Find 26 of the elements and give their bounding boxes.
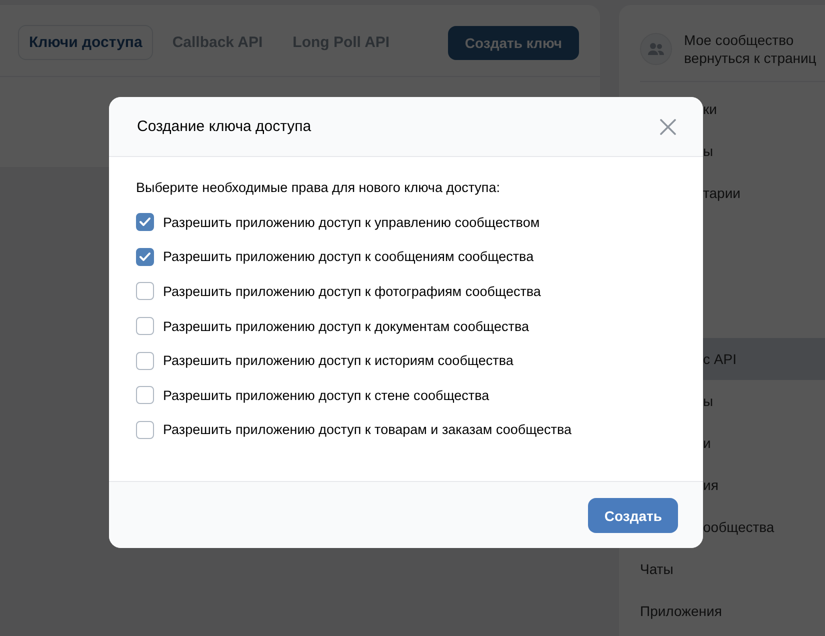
permission-label[interactable]: Разрешить приложению доступ к управлению сообществом <box>163 214 540 230</box>
checkbox[interactable] <box>136 352 154 370</box>
check-icon <box>139 217 151 228</box>
checkbox[interactable] <box>136 213 154 232</box>
permission-label[interactable]: Разрешить приложению доступ к стене сообщества <box>163 388 490 403</box>
community-name: Мое сообщество <box>684 31 795 49</box>
sidebar-item[interactable]: Приложения <box>619 590 825 632</box>
checkbox[interactable] <box>136 282 154 300</box>
checkbox[interactable] <box>136 248 154 266</box>
permission-label[interactable]: Разрешить приложению доступ к историям сообщества <box>163 353 514 368</box>
tab[interactable]: Ключи доступа <box>18 25 154 60</box>
sidebar-item[interactable]: Чаты <box>619 548 825 590</box>
permission-label[interactable]: Разрешить приложению доступ к товарам и заказам сообщества <box>163 422 572 438</box>
permission-label[interactable]: Разрешить приложению доступ к фотографиям сообщества <box>163 284 541 299</box>
group-avatar-icon <box>640 33 672 65</box>
create-key-button[interactable]: Создать ключ <box>448 26 579 60</box>
create-button[interactable]: Создать <box>588 498 678 534</box>
back-link[interactable]: вернуться к страниц <box>684 49 816 67</box>
checkbox[interactable] <box>136 317 154 336</box>
checkbox[interactable] <box>136 420 154 439</box>
permission-label[interactable]: Разрешить приложению доступ к документам сообщества <box>163 318 529 334</box>
permissions-prompt: Выберите необходимые права для нового ключа доступа: <box>136 180 502 195</box>
permission-label[interactable]: Разрешить приложению доступ к сообщениям сообщества <box>163 249 534 264</box>
check-icon <box>139 252 151 262</box>
dialog-title: Создание ключа доступа <box>137 118 312 135</box>
checkbox[interactable] <box>136 386 154 404</box>
